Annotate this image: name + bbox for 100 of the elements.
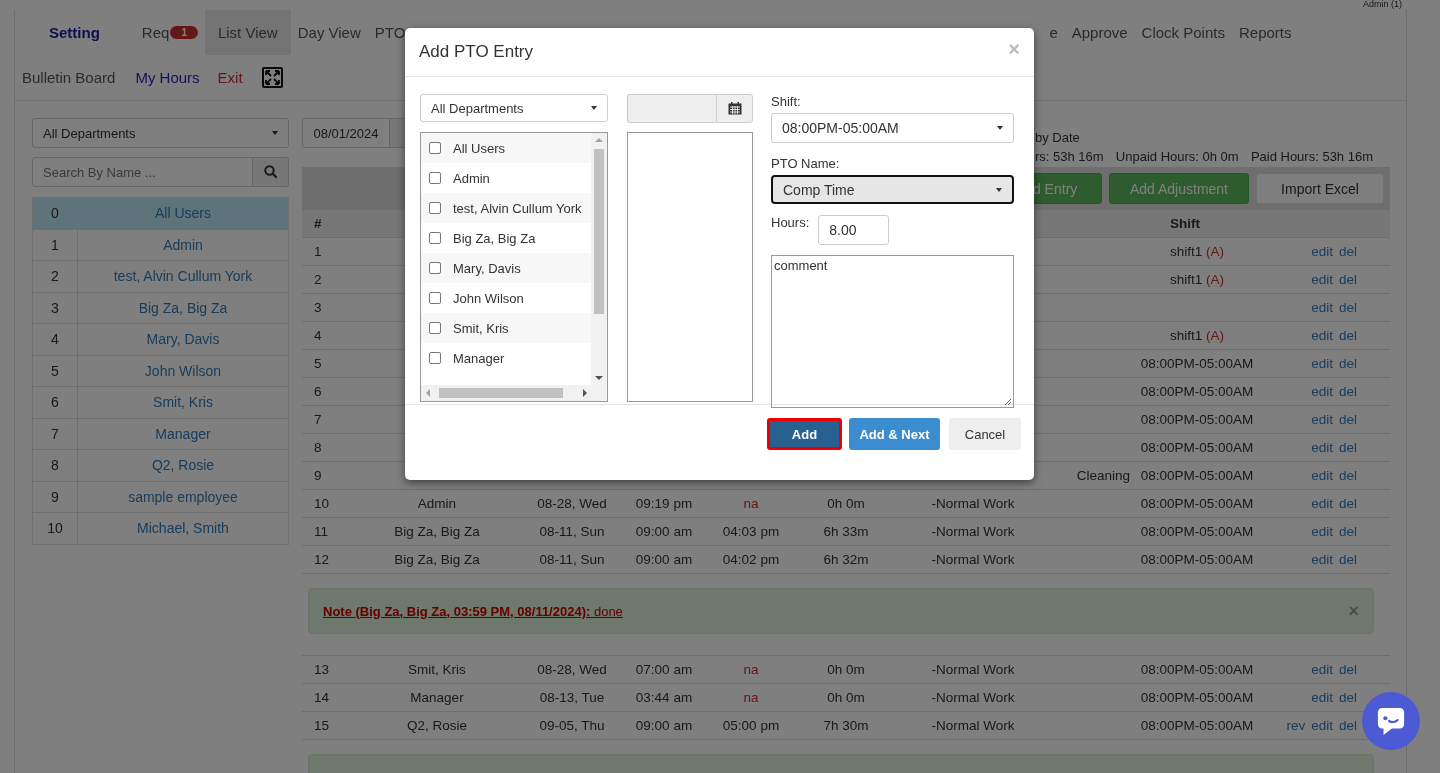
user-row[interactable]: 2 test, Alvin Cullum York	[33, 260, 288, 292]
row-action-link[interactable]: del	[1339, 300, 1357, 315]
row-action-link[interactable]: edit	[1311, 552, 1333, 567]
date-field[interactable]: 08/01/2024	[302, 118, 390, 148]
user-name: test, Alvin Cullum York	[112, 267, 254, 287]
toolbar-button[interactable]: Add Adjustment	[1108, 173, 1249, 204]
nav-link[interactable]: Bulletin Board	[22, 69, 128, 86]
row-action-link[interactable]: edit	[1311, 690, 1333, 705]
table-cell: 08:00PM-05:00AM	[1140, 662, 1254, 677]
table-cell: Q2, Rosie	[407, 718, 467, 733]
table-cell: na	[743, 496, 759, 511]
search-field[interactable]: Search By Name ...	[32, 157, 253, 187]
checkbox[interactable]	[429, 292, 441, 304]
shift-select[interactable]: 08:00PM-05:00AM	[771, 113, 1014, 143]
checkbox[interactable]	[429, 202, 441, 214]
table-cell: 05:00 pm	[722, 718, 780, 733]
table-cell: 04:02 pm	[722, 552, 780, 567]
row-action-link[interactable]: del	[1339, 662, 1357, 677]
row-action-link[interactable]: edit	[1311, 524, 1333, 539]
row-action-link[interactable]: del	[1339, 440, 1357, 455]
user-row[interactable]: 7 Manager	[33, 417, 288, 449]
table-cell: 5	[314, 356, 322, 371]
chat-icon[interactable]	[1362, 692, 1420, 750]
nav-tab[interactable]: e	[1042, 10, 1065, 55]
user-row[interactable]: 10 Michael, Smith	[33, 512, 288, 544]
dialog-button[interactable]: Cancel	[949, 418, 1021, 450]
row-action-link[interactable]: edit	[1311, 272, 1333, 287]
user-name: John Wilson	[143, 361, 223, 381]
row-action-link[interactable]: del	[1339, 328, 1357, 343]
calendar-button[interactable]	[716, 94, 753, 123]
close-button[interactable]: ×	[1008, 38, 1020, 61]
row-action-link[interactable]: del	[1339, 244, 1357, 259]
row-action-link[interactable]: del	[1339, 552, 1357, 567]
row-action-link[interactable]: edit	[1311, 356, 1333, 371]
close-button[interactable]: ×	[1348, 600, 1359, 622]
table-cell: na	[743, 662, 759, 677]
row-action-link[interactable]: edit	[1311, 300, 1333, 315]
nav-tab[interactable]: List View	[204, 10, 291, 55]
dialog-button[interactable]: Add	[767, 418, 842, 450]
nav-tab[interactable]: Day View	[290, 10, 368, 55]
date-field[interactable]	[627, 94, 716, 123]
resize-grip-icon[interactable]	[1003, 397, 1012, 406]
row-action-link[interactable]: edit	[1311, 328, 1333, 343]
department-select[interactable]: All Departments	[32, 118, 289, 148]
row-action-link[interactable]: del	[1339, 468, 1357, 483]
row-action-link[interactable]: edit	[1311, 384, 1333, 399]
user-option: Mary, Davis	[453, 260, 521, 276]
table-cell: 10	[314, 496, 330, 511]
row-action-link[interactable]: edit	[1311, 718, 1333, 733]
nav-tab[interactable]: Req 1	[134, 10, 205, 55]
checkbox[interactable]	[429, 322, 441, 334]
checkbox[interactable]	[429, 352, 441, 364]
checkbox[interactable]	[429, 262, 441, 274]
comment-field[interactable]: comment	[771, 255, 1014, 408]
row-action-link[interactable]: edit	[1311, 468, 1333, 483]
dialog-button[interactable]: Add & Next	[849, 418, 940, 450]
row-number: 7	[33, 418, 78, 449]
user-row[interactable]: 5 John Wilson	[33, 354, 288, 386]
scrollbar[interactable]	[421, 385, 607, 401]
user-row[interactable]: 8 Q2, Rosie	[33, 449, 288, 481]
user-row[interactable]: 4 Mary, Davis	[33, 323, 288, 355]
hours-field[interactable]: 8.00	[818, 215, 890, 245]
row-action-link[interactable]: del	[1339, 412, 1357, 427]
department-select[interactable]: All Departments	[420, 94, 608, 122]
search-button[interactable]	[253, 157, 289, 187]
row-action-link[interactable]: del	[1339, 718, 1357, 733]
checkbox[interactable]	[429, 142, 441, 154]
row-action-link[interactable]: edit	[1311, 412, 1333, 427]
row-action-link[interactable]: del	[1339, 272, 1357, 287]
user-row[interactable]: 1 Admin	[33, 228, 288, 260]
user-row[interactable]: 0 All Users	[33, 198, 288, 229]
user-row[interactable]: 9 sample employee	[33, 480, 288, 512]
note-text[interactable]: Note (Big Za, Big Za, 03:59 PM, 08/11/2024): done	[323, 603, 623, 619]
toolbar-button[interactable]: Import Excel	[1256, 173, 1384, 204]
nav-tab[interactable]: Reports	[1231, 10, 1299, 55]
row-action-link[interactable]: del	[1339, 496, 1357, 511]
nav-link[interactable]: Exit	[217, 69, 255, 86]
table-cell: 03:44 am	[635, 690, 693, 705]
row-action-link[interactable]: del	[1339, 690, 1357, 705]
row-action-link[interactable]: del	[1339, 356, 1357, 371]
table-cell: 09:19 pm	[635, 496, 693, 511]
row-action-link[interactable]: edit	[1311, 496, 1333, 511]
scrollbar[interactable]	[591, 133, 607, 385]
row-action-link[interactable]: del	[1339, 384, 1357, 399]
nav-tab[interactable]: Approve	[1064, 10, 1135, 55]
pto-select[interactable]: Comp Time	[771, 175, 1014, 204]
nav-link[interactable]: My Hours	[135, 69, 212, 86]
nav-tab[interactable]: Setting	[35, 10, 135, 55]
row-action-link[interactable]: edit	[1311, 244, 1333, 259]
row-action-link[interactable]: edit	[1311, 662, 1333, 677]
table-cell: Cleaning	[1076, 468, 1130, 483]
checkbox[interactable]	[429, 232, 441, 244]
user-row[interactable]: 6 Smit, Kris	[33, 386, 288, 418]
row-action-link[interactable]: edit	[1311, 440, 1333, 455]
row-action-link[interactable]: del	[1339, 524, 1357, 539]
user-row[interactable]: 3 Big Za, Big Za	[33, 291, 288, 323]
nav-tab[interactable]: Clock Points	[1134, 10, 1232, 55]
fullscreen-icon[interactable]	[261, 67, 283, 88]
row-action-link[interactable]: rev	[1286, 718, 1306, 733]
checkbox[interactable]	[429, 172, 441, 184]
